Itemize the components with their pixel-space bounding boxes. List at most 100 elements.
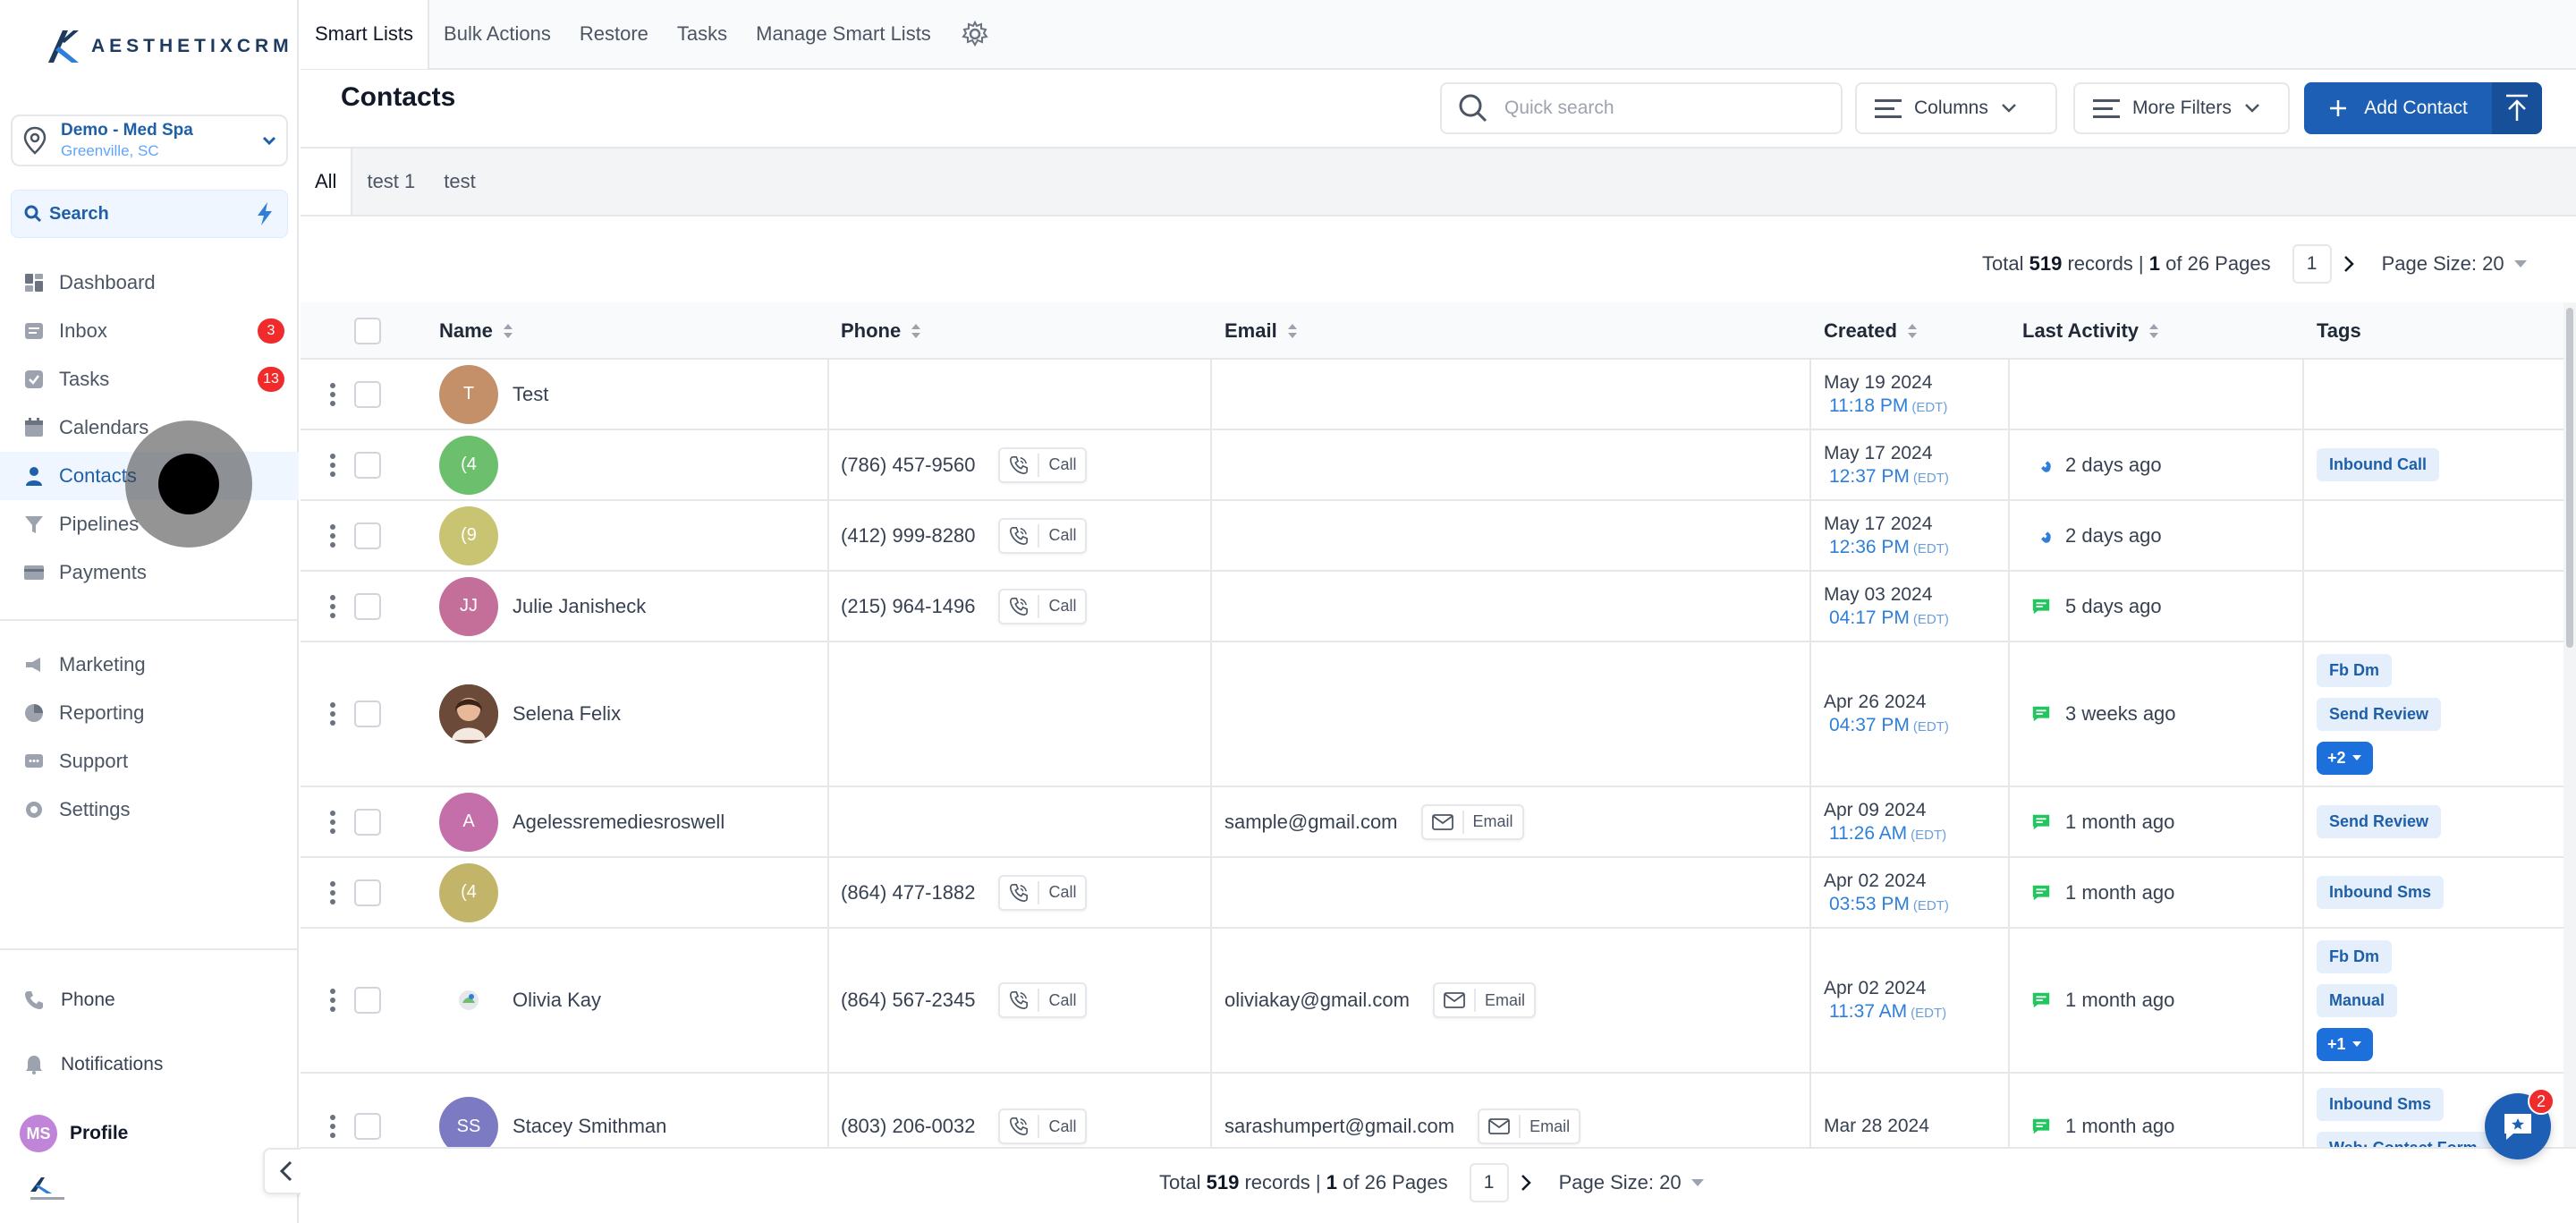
row-checkbox[interactable] xyxy=(354,1113,381,1140)
contact-name[interactable]: Julie Janisheck xyxy=(513,595,646,618)
kebab-menu-icon[interactable] xyxy=(329,523,336,548)
table-row[interactable]: SS Stacey Smithman (803) 206-0032 Call saras… xyxy=(301,1074,2563,1147)
column-header-created[interactable]: Created xyxy=(1824,302,1919,360)
contact-name[interactable]: Test xyxy=(513,383,548,406)
sidebar-item-support[interactable]: Support xyxy=(0,737,299,786)
sidebar-item-inbox[interactable]: Inbox 3 xyxy=(0,307,299,355)
kebab-menu-icon[interactable] xyxy=(329,453,336,478)
email-address[interactable]: sarashumpert@gmail.com xyxy=(1224,1115,1454,1138)
column-header-name[interactable]: Name xyxy=(439,302,514,360)
call-button[interactable]: Call xyxy=(998,982,1088,1018)
tab-restore[interactable]: Restore xyxy=(565,0,663,69)
page-size-select[interactable]: Page Size: 20 xyxy=(2382,252,2528,276)
name-cell[interactable]: SS Stacey Smithman xyxy=(439,1074,666,1147)
columns-button[interactable]: Columns xyxy=(1855,82,2057,134)
table-row[interactable]: Selena Felix Apr 26 2024 04:37 PM (EDT) 3 we… xyxy=(301,642,2563,787)
table-row[interactable]: (4 (786) 457-9560 Call May 17 2024 12:37 PM(… xyxy=(301,430,2563,501)
row-checkbox[interactable] xyxy=(354,380,381,408)
column-header-email[interactable]: Email xyxy=(1224,302,1299,360)
email-address[interactable]: oliviakay@gmail.com xyxy=(1224,989,1410,1012)
kebab-menu-icon[interactable] xyxy=(329,810,336,835)
more-filters-button[interactable]: More Filters xyxy=(2073,82,2290,134)
tag-chip[interactable]: Manual xyxy=(2317,983,2398,1017)
add-contact-main[interactable]: Add Contact xyxy=(2304,98,2492,119)
email-button[interactable]: Email xyxy=(1420,803,1524,840)
name-cell[interactable]: (4 xyxy=(439,858,513,927)
column-header-tags[interactable]: Tags xyxy=(2317,302,2361,360)
contact-name[interactable]: Selena Felix xyxy=(513,702,621,726)
name-cell[interactable]: Olivia Kay xyxy=(439,929,601,1072)
table-row[interactable]: A Agelessremediesroswell sample@gmail.com E… xyxy=(301,787,2563,858)
sidebar-item-tasks[interactable]: Tasks 13 xyxy=(0,355,299,403)
page-size-select[interactable]: Page Size: 20 xyxy=(1559,1171,1705,1194)
phone-number[interactable]: (215) 964-1496 xyxy=(841,595,975,618)
kebab-menu-icon[interactable] xyxy=(329,382,336,407)
email-button[interactable]: Email xyxy=(1432,982,1536,1018)
email-address[interactable]: sample@gmail.com xyxy=(1224,811,1398,834)
sidebar-item-marketing[interactable]: Marketing xyxy=(0,641,299,689)
name-cell[interactable]: (4 xyxy=(439,430,513,499)
sidebar-notifications[interactable]: Notifications xyxy=(23,1054,163,1075)
more-tags-button[interactable]: +2 xyxy=(2317,741,2373,775)
sidebar-item-settings[interactable]: Settings xyxy=(0,786,299,834)
kebab-menu-icon[interactable] xyxy=(329,988,336,1013)
kebab-menu-icon[interactable] xyxy=(329,594,336,619)
settings-gear-icon[interactable] xyxy=(962,21,988,47)
select-all-checkbox[interactable] xyxy=(354,318,381,344)
name-cell[interactable]: T Test xyxy=(439,360,548,429)
quick-search-input[interactable] xyxy=(1504,98,1826,119)
row-checkbox[interactable] xyxy=(354,987,381,1014)
phone-number[interactable]: (864) 477-1882 xyxy=(841,881,975,905)
sidebar-item-reporting[interactable]: Reporting xyxy=(0,689,299,737)
sidebar-profile[interactable]: MS Profile xyxy=(20,1115,128,1152)
tab-smart-lists[interactable]: Smart Lists xyxy=(301,0,430,69)
row-checkbox[interactable] xyxy=(354,451,381,479)
quick-search[interactable] xyxy=(1440,82,1843,134)
row-checkbox[interactable] xyxy=(354,701,381,727)
smart-list-tab-test-1[interactable]: test 1 xyxy=(352,149,429,215)
table-row[interactable]: T Test May 19 2024 11:18 PM (EDT) xyxy=(301,360,2563,430)
table-row[interactable]: (9 (412) 999-8280 Call May 17 2024 12:36 PM(… xyxy=(301,501,2563,572)
sidebar-item-dashboard[interactable]: Dashboard xyxy=(0,259,299,307)
tag-chip[interactable]: Web: Contact Form xyxy=(2317,1132,2490,1147)
column-header-phone[interactable]: Phone xyxy=(841,302,922,360)
tab-bulk-actions[interactable]: Bulk Actions xyxy=(429,0,565,69)
kebab-menu-icon[interactable] xyxy=(329,701,336,726)
phone-number[interactable]: (786) 457-9560 xyxy=(841,454,975,477)
tab-tasks[interactable]: Tasks xyxy=(663,0,741,69)
table-row[interactable]: (4 (864) 477-1882 Call Apr 02 2024 03:53 PM(… xyxy=(301,858,2563,929)
chat-widget-button[interactable]: 2 xyxy=(2485,1088,2555,1159)
contact-name[interactable]: Olivia Kay xyxy=(513,989,601,1012)
page-input[interactable]: 1 xyxy=(1469,1163,1509,1202)
next-page-icon[interactable] xyxy=(1520,1174,1532,1192)
brand-logo[interactable]: AESTHETIXCRM xyxy=(45,27,293,66)
kebab-menu-icon[interactable] xyxy=(329,1114,336,1139)
name-cell[interactable]: JJ Julie Janisheck xyxy=(439,572,646,641)
row-checkbox[interactable] xyxy=(354,808,381,836)
tag-chip[interactable]: Send Review xyxy=(2317,697,2442,731)
smart-list-tab-all[interactable]: All xyxy=(301,149,353,215)
name-cell[interactable]: (9 xyxy=(439,501,513,570)
table-scrollbar[interactable] xyxy=(2563,302,2576,1147)
phone-number[interactable]: (803) 206-0032 xyxy=(841,1115,975,1138)
page-input[interactable]: 1 xyxy=(2292,244,2332,284)
call-button[interactable]: Call xyxy=(998,1108,1088,1144)
row-checkbox[interactable] xyxy=(354,592,381,620)
tag-chip[interactable]: Fb Dm xyxy=(2317,653,2392,687)
tag-chip[interactable]: Inbound Sms xyxy=(2317,1088,2444,1121)
contact-name[interactable]: Agelessremediesroswell xyxy=(513,811,724,834)
call-button[interactable]: Call xyxy=(998,517,1088,554)
table-row[interactable]: JJ Julie Janisheck (215) 964-1496 Call May 0… xyxy=(301,572,2563,642)
tag-chip[interactable]: Inbound Sms xyxy=(2317,876,2444,909)
more-tags-button[interactable]: +1 xyxy=(2317,1027,2373,1061)
next-page-icon[interactable] xyxy=(2343,255,2355,273)
email-button[interactable]: Email xyxy=(1478,1108,1581,1144)
import-contacts-button[interactable] xyxy=(2492,82,2542,134)
scrollbar-thumb[interactable] xyxy=(2566,308,2573,648)
sidebar-search[interactable]: Search xyxy=(11,190,288,238)
location-switcher[interactable]: Demo - Med Spa Greenville, SC xyxy=(11,115,288,166)
lightning-icon[interactable] xyxy=(255,201,275,226)
row-checkbox[interactable] xyxy=(354,522,381,549)
call-button[interactable]: Call xyxy=(998,446,1088,483)
tag-chip[interactable]: Inbound Call xyxy=(2317,448,2439,481)
